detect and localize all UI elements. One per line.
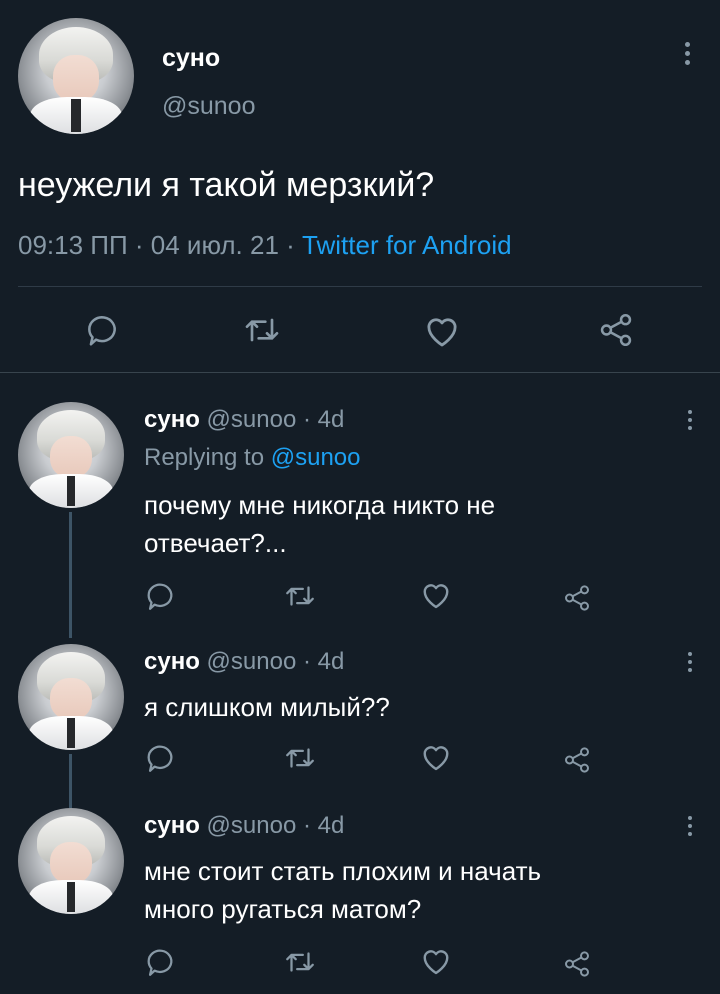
user-handle[interactable]: @sunoo (207, 812, 297, 839)
tweet-meta: 09:13 ПП · 04 июл. 21 · Twitter for Andr… (18, 230, 512, 260)
like-icon[interactable] (419, 308, 465, 354)
more-options-icon[interactable] (686, 410, 694, 430)
tweet-text: почему мне никогда никто не отвечает?... (144, 490, 496, 558)
like-icon[interactable] (415, 736, 457, 778)
replying-to: Replying to @sunoo (144, 444, 361, 471)
share-icon[interactable] (557, 944, 597, 984)
user-handle[interactable]: @sunoo (207, 648, 297, 675)
divider (18, 286, 702, 287)
reply-header: суно @sunoo · 4d (144, 648, 344, 676)
tweet-text: неужели я такой мерзкий? (18, 166, 435, 204)
like-icon[interactable] (415, 574, 457, 616)
retweet-icon[interactable] (280, 942, 320, 982)
display-name[interactable]: суно (144, 406, 200, 433)
avatar[interactable] (18, 402, 124, 508)
tweet-time: · 4d (302, 406, 345, 433)
display-name[interactable]: суно (144, 648, 200, 675)
like-icon[interactable] (415, 940, 457, 982)
user-handle[interactable]: @sunoo (162, 92, 256, 121)
share-icon[interactable] (594, 308, 638, 352)
reply-icon[interactable] (140, 738, 180, 778)
reply-icon[interactable] (140, 942, 180, 982)
main-tweet: суно @sunoo неужели я такой мерзкий? 09:… (0, 0, 720, 372)
tweet-client[interactable]: Twitter for Android (302, 230, 512, 260)
thread-line (69, 754, 72, 808)
reply-tweet[interactable]: суно @sunoo · 4d я слишком милый?? (0, 644, 720, 808)
display-name[interactable]: суно (162, 44, 220, 73)
retweet-icon[interactable] (280, 738, 320, 778)
reply-tweet[interactable]: суно @sunoo · 4d мне стоит стать плохим … (0, 808, 720, 994)
tweet-text: мне стоит стать плохим и начать много ру… (144, 856, 542, 924)
retweet-icon[interactable] (280, 576, 320, 616)
reply-icon[interactable] (140, 576, 180, 616)
avatar[interactable] (18, 18, 134, 134)
tweet-text: я слишком милый?? (144, 692, 390, 722)
display-name[interactable]: суно (144, 812, 200, 839)
retweet-icon[interactable] (240, 308, 284, 352)
reply-header: суно @sunoo · 4d (144, 812, 344, 840)
tweet-time: 09:13 ПП (18, 230, 128, 260)
mention-link[interactable]: @sunoo (271, 444, 361, 471)
reply-tweet[interactable]: суно @sunoo · 4d Replying to @sunoo поче… (0, 402, 720, 642)
reply-icon[interactable] (80, 308, 124, 352)
more-options-icon[interactable] (686, 816, 694, 836)
avatar[interactable] (18, 808, 124, 914)
tweet-actions (0, 300, 720, 360)
more-options-icon[interactable] (683, 42, 691, 65)
thread-line (69, 512, 72, 638)
divider (0, 372, 720, 373)
tweet-date: 04 июл. 21 (150, 230, 279, 260)
avatar[interactable] (18, 644, 124, 750)
share-icon[interactable] (557, 578, 597, 618)
more-options-icon[interactable] (686, 652, 694, 672)
tweet-time: · 4d (302, 648, 345, 675)
reply-header: суно @sunoo · 4d (144, 406, 344, 434)
share-icon[interactable] (557, 740, 597, 780)
user-handle[interactable]: @sunoo (207, 406, 297, 433)
tweet-time: · 4d (302, 812, 345, 839)
